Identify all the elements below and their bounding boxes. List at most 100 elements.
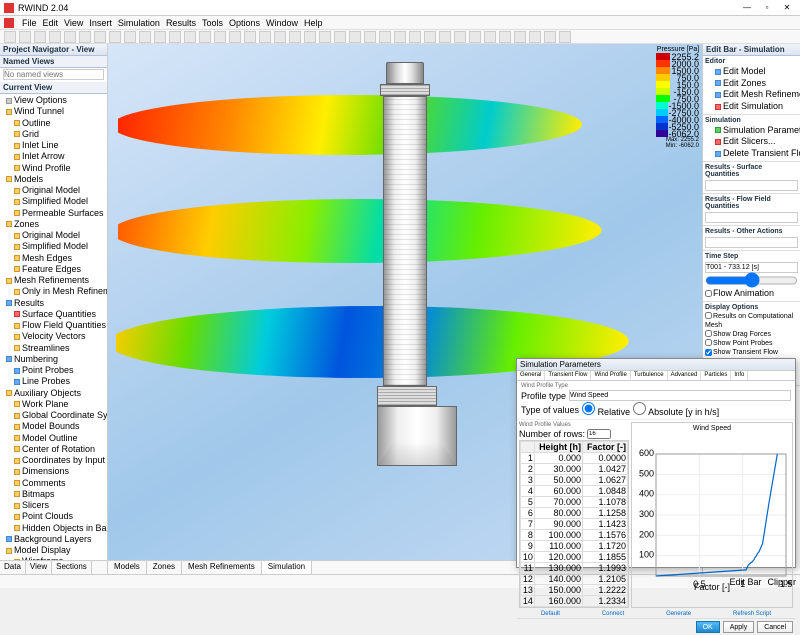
menu-window[interactable]: Window	[266, 18, 298, 28]
tree-node[interactable]: Point Clouds	[2, 511, 105, 522]
apply-button[interactable]: Apply	[723, 621, 755, 633]
tree-node[interactable]: Dimensions	[2, 466, 105, 477]
viewport-tab-mesh-refinements[interactable]: Mesh Refinements	[182, 561, 262, 574]
tree-node[interactable]: Models	[2, 174, 105, 185]
toolbar-button-1[interactable]	[19, 31, 31, 43]
tree-node[interactable]: Outline	[2, 118, 105, 129]
toolbar-button-26[interactable]	[394, 31, 406, 43]
tree-node[interactable]: Mesh Refinements	[2, 275, 105, 286]
tree-node[interactable]: Comments	[2, 478, 105, 489]
dialog-tab-turbulence[interactable]: Turbulence	[631, 371, 668, 380]
menu-file[interactable]: File	[22, 18, 37, 28]
tree-node[interactable]: Model Display	[2, 545, 105, 556]
menu-view[interactable]: View	[64, 18, 83, 28]
toolbar-button-37[interactable]	[559, 31, 571, 43]
toolbar-button-25[interactable]	[379, 31, 391, 43]
toolbar-button-9[interactable]	[139, 31, 151, 43]
table-row[interactable]: 790.0001.1423	[521, 519, 628, 530]
dialog-link-generate[interactable]: Generate	[666, 611, 691, 617]
toolbar-button-36[interactable]	[544, 31, 556, 43]
tree-node[interactable]: Simplified Model	[2, 196, 105, 207]
toolbar-button-33[interactable]	[499, 31, 511, 43]
table-row[interactable]: 350.0001.0627	[521, 475, 628, 486]
cancel-button[interactable]: Cancel	[757, 621, 793, 633]
tree-node[interactable]: Surface Quantities	[2, 309, 105, 320]
tree-node[interactable]: Global Coordinate System (Triad)	[2, 410, 105, 421]
results-other-combo[interactable]	[705, 237, 798, 248]
tree-node[interactable]: Mesh Edges	[2, 253, 105, 264]
tree-node[interactable]: Inlet Line	[2, 140, 105, 151]
toolbar-button-16[interactable]	[244, 31, 256, 43]
dialog-tab-transient-flow[interactable]: Transient Flow	[545, 371, 591, 380]
minimize-button[interactable]: —	[738, 2, 756, 14]
table-row[interactable]: 10.0000.0000	[521, 453, 628, 464]
tree-node[interactable]: Permeable Surfaces	[2, 208, 105, 219]
tree-node[interactable]: Model Bounds	[2, 421, 105, 432]
dialog-tab-general[interactable]: General	[517, 371, 545, 380]
timestep-slider[interactable]	[705, 275, 798, 286]
toolbar-button-15[interactable]	[229, 31, 241, 43]
absolute-radio[interactable]: Absolute [y in h/s]	[633, 402, 719, 417]
profile-type-combo[interactable]	[569, 390, 791, 401]
nav-tab-sections[interactable]: Sections	[52, 561, 92, 574]
editor-item[interactable]: Edit Model	[705, 66, 798, 78]
tree-node[interactable]: Inlet Arrow	[2, 151, 105, 162]
editor-item[interactable]: Edit Zones	[705, 78, 798, 90]
dialog-tab-info[interactable]: Info	[731, 371, 748, 380]
tree-node[interactable]: Work Plane	[2, 399, 105, 410]
toolbar-button-10[interactable]	[154, 31, 166, 43]
toolbar-button-28[interactable]	[424, 31, 436, 43]
tree-node[interactable]: Point Probes	[2, 365, 105, 376]
num-rows-input[interactable]	[587, 429, 611, 439]
results-surface-combo[interactable]	[705, 180, 798, 191]
timestep-input[interactable]	[705, 262, 798, 273]
display-check[interactable]: Show Drag Forces	[705, 330, 798, 339]
table-row[interactable]: 14160.0001.2334	[521, 596, 628, 607]
tree-node[interactable]: Simplified Model	[2, 241, 105, 252]
named-views-input[interactable]	[3, 69, 104, 80]
menu-simulation[interactable]: Simulation	[118, 18, 160, 28]
table-row[interactable]: 10120.0001.1855	[521, 552, 628, 563]
tree-node[interactable]: Feature Edges	[2, 264, 105, 275]
table-row[interactable]: 9110.0001.1720	[521, 541, 628, 552]
table-row[interactable]: 570.0001.1078	[521, 497, 628, 508]
editor-item[interactable]: Edit Simulation	[705, 101, 798, 113]
toolbar-button-7[interactable]	[109, 31, 121, 43]
toolbar-button-29[interactable]	[439, 31, 451, 43]
toolbar-button-18[interactable]	[274, 31, 286, 43]
tree-node[interactable]: Auxiliary Objects	[2, 388, 105, 399]
tree-node[interactable]: Wind Profile	[2, 163, 105, 174]
tree-node[interactable]: Zones	[2, 219, 105, 230]
sim-item[interactable]: Simulation Parameters...	[705, 125, 798, 137]
tree-node[interactable]: Background Layers	[2, 534, 105, 545]
tree-node[interactable]: Model Outline	[2, 433, 105, 444]
results-flow-combo[interactable]	[705, 212, 798, 223]
toolbar-button-30[interactable]	[454, 31, 466, 43]
tree-node[interactable]: Line Probes	[2, 376, 105, 387]
sim-item[interactable]: Delete Transient Flow Results...	[705, 148, 798, 160]
ok-button[interactable]: OK	[696, 621, 720, 633]
tree-node[interactable]: Grid	[2, 129, 105, 140]
table-row[interactable]: 13150.0001.2222	[521, 585, 628, 596]
tree-node[interactable]: Streamlines	[2, 343, 105, 354]
relative-radio[interactable]: Relative	[582, 402, 630, 417]
dialog-tab-wind-profile[interactable]: Wind Profile	[591, 371, 630, 380]
table-row[interactable]: 680.0001.1258	[521, 508, 628, 519]
dialog-link-refresh-script[interactable]: Refresh Script	[733, 611, 771, 617]
menu-tools[interactable]: Tools	[202, 18, 223, 28]
tree-node[interactable]: Results	[2, 298, 105, 309]
toolbar-button-24[interactable]	[364, 31, 376, 43]
display-check[interactable]: Show Point Probes	[705, 339, 798, 348]
viewport-tab-simulation[interactable]: Simulation	[262, 561, 312, 574]
toolbar-button-8[interactable]	[124, 31, 136, 43]
toolbar-button-6[interactable]	[94, 31, 106, 43]
toolbar-button-4[interactable]	[64, 31, 76, 43]
toolbar-button-23[interactable]	[349, 31, 361, 43]
tree-node[interactable]: Bitmaps	[2, 489, 105, 500]
dialog-link-connect[interactable]: Connect	[602, 611, 624, 617]
table-row[interactable]: 11130.0001.1993	[521, 563, 628, 574]
viewport-tab-models[interactable]: Models	[108, 561, 147, 574]
tree-node[interactable]: Only in Mesh Refinement Editor	[2, 286, 105, 297]
dialog-tab-advanced[interactable]: Advanced	[668, 371, 702, 380]
table-row[interactable]: 8100.0001.1576	[521, 530, 628, 541]
